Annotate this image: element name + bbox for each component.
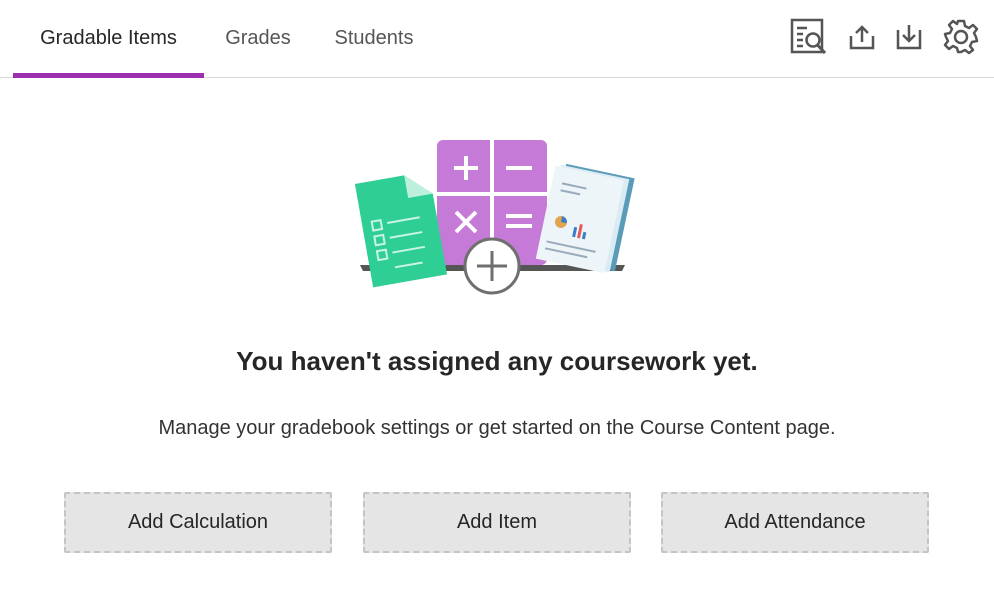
add-item-button[interactable]: Add Item <box>363 492 631 553</box>
download-icon[interactable] <box>889 17 929 57</box>
search-report-icon[interactable] <box>789 17 829 57</box>
add-calculation-label: Add Calculation <box>127 511 269 533</box>
empty-state-description: Manage your gradebook settings or get st… <box>158 417 836 439</box>
top-navigation-bar: Gradable Items Grades Students <box>0 0 994 78</box>
tab-grades[interactable]: Grades <box>211 0 305 77</box>
tab-students-label: Students <box>334 27 414 49</box>
upload-icon[interactable] <box>842 17 882 57</box>
gear-icon[interactable] <box>941 17 981 57</box>
empty-gradebook-illustration <box>340 130 650 300</box>
empty-state-title: You haven't assigned any coursework yet. <box>236 346 758 376</box>
tab-gradable-items-label: Gradable Items <box>40 27 177 49</box>
add-attendance-button[interactable]: Add Attendance <box>661 492 929 553</box>
tab-students[interactable]: Students <box>318 0 430 77</box>
add-attendance-label: Add Attendance <box>724 511 866 533</box>
tab-grades-label: Grades <box>225 27 291 49</box>
tab-gradable-items[interactable]: Gradable Items <box>13 0 204 78</box>
add-calculation-button[interactable]: Add Calculation <box>64 492 332 553</box>
add-item-label: Add Item <box>456 511 538 533</box>
